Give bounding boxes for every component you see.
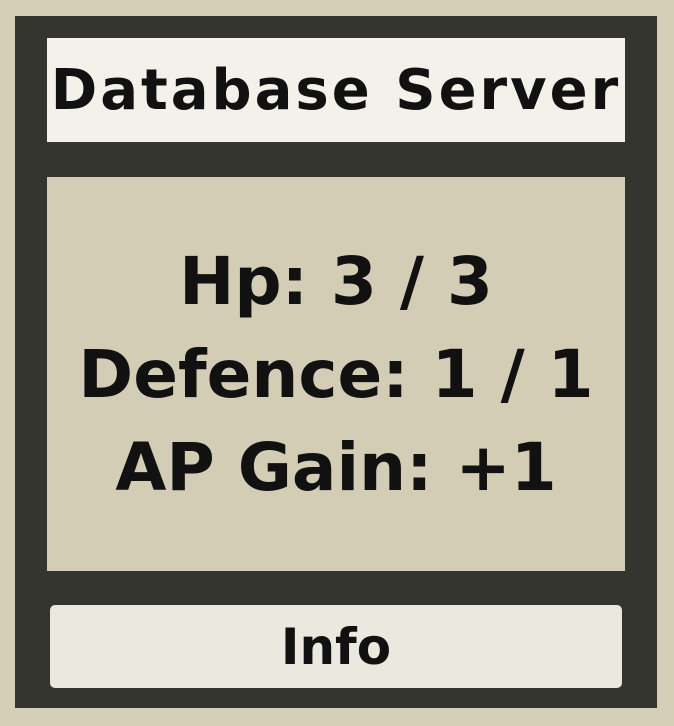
card-title: Database Server — [50, 57, 622, 123]
info-button-label: Info — [280, 617, 392, 676]
stats-panel: Hp: 3 / 3 Defence: 1 / 1 AP Gain: +1 — [47, 177, 625, 571]
title-panel: Database Server — [47, 38, 625, 142]
defence-stat: Defence: 1 / 1 — [78, 335, 594, 413]
ap-gain-stat: AP Gain: +1 — [115, 428, 557, 506]
info-button[interactable]: Info — [50, 605, 622, 688]
hp-stat: Hp: 3 / 3 — [179, 242, 493, 320]
unit-card: Database Server Hp: 3 / 3 Defence: 1 / 1… — [15, 16, 657, 708]
